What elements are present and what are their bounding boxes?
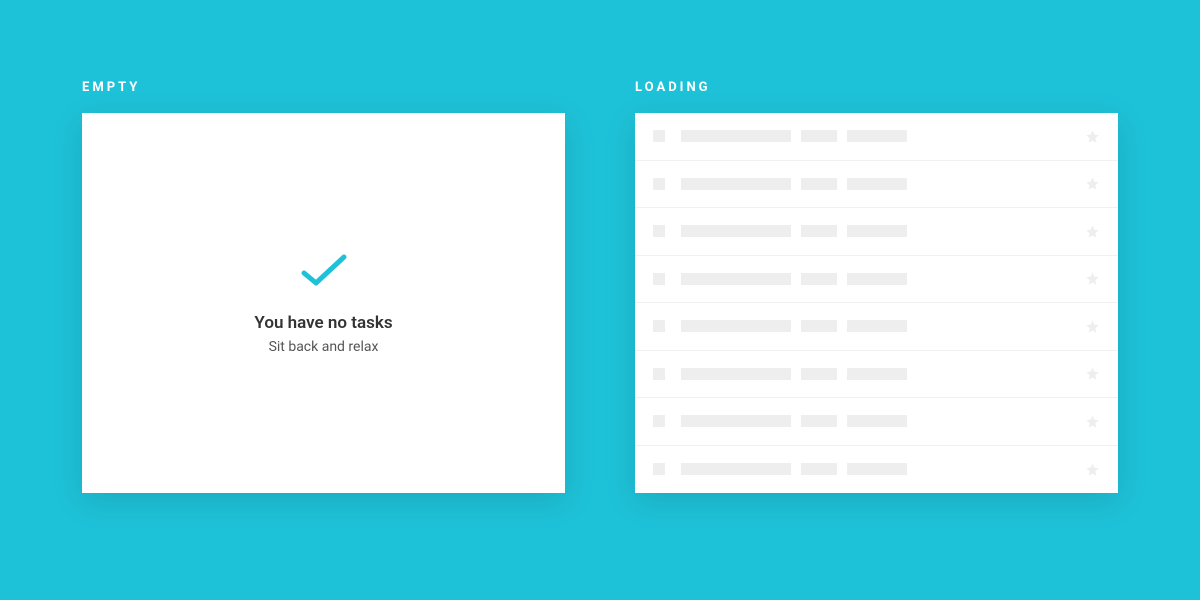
skeleton-list [635,113,1118,493]
empty-state-panel: You have no tasks Sit back and relax [82,113,565,493]
skeleton-row [635,113,1118,161]
star-icon [1085,366,1100,381]
skeleton-row [635,351,1118,399]
skeleton-bar [847,225,907,237]
skeleton-bar [681,130,791,142]
skeleton-bar [681,415,791,427]
skeleton-bar [801,463,837,475]
star-icon [1085,129,1100,144]
skeleton-bar [847,178,907,190]
skeleton-bar [801,178,837,190]
skeleton-bar [801,273,837,285]
skeleton-row [635,208,1118,256]
skeleton-bar [801,368,837,380]
skeleton-checkbox [653,415,665,427]
skeleton-bar [681,225,791,237]
skeleton-checkbox [653,368,665,380]
skeleton-checkbox [653,225,665,237]
loading-state-panel [635,113,1118,493]
skeleton-checkbox [653,130,665,142]
skeleton-row [635,446,1118,494]
skeleton-bar [801,415,837,427]
check-icon [298,251,350,295]
skeleton-row [635,161,1118,209]
empty-state-section: EMPTY You have no tasks Sit back and rel… [82,80,565,493]
empty-state-subtitle: Sit back and relax [269,339,379,355]
skeleton-bar [801,225,837,237]
skeleton-checkbox [653,273,665,285]
skeleton-bar [681,368,791,380]
skeleton-bar [681,273,791,285]
star-icon [1085,319,1100,334]
skeleton-bar [847,130,907,142]
skeleton-checkbox [653,320,665,332]
skeleton-row [635,256,1118,304]
skeleton-bar [681,178,791,190]
skeleton-bar [681,463,791,475]
skeleton-bar [801,130,837,142]
skeleton-checkbox [653,463,665,475]
skeleton-bar [801,320,837,332]
skeleton-bar [681,320,791,332]
empty-section-heading: EMPTY [82,80,565,95]
states-container: EMPTY You have no tasks Sit back and rel… [0,0,1200,493]
skeleton-row [635,303,1118,351]
skeleton-bar [847,320,907,332]
loading-section-heading: LOADING [635,80,1118,95]
skeleton-bar [847,463,907,475]
skeleton-bar [847,415,907,427]
skeleton-bar [847,273,907,285]
skeleton-checkbox [653,178,665,190]
empty-state-title: You have no tasks [254,313,392,333]
star-icon [1085,462,1100,477]
loading-state-section: LOADING [635,80,1118,493]
star-icon [1085,414,1100,429]
skeleton-bar [847,368,907,380]
star-icon [1085,224,1100,239]
star-icon [1085,176,1100,191]
skeleton-row [635,398,1118,446]
star-icon [1085,271,1100,286]
